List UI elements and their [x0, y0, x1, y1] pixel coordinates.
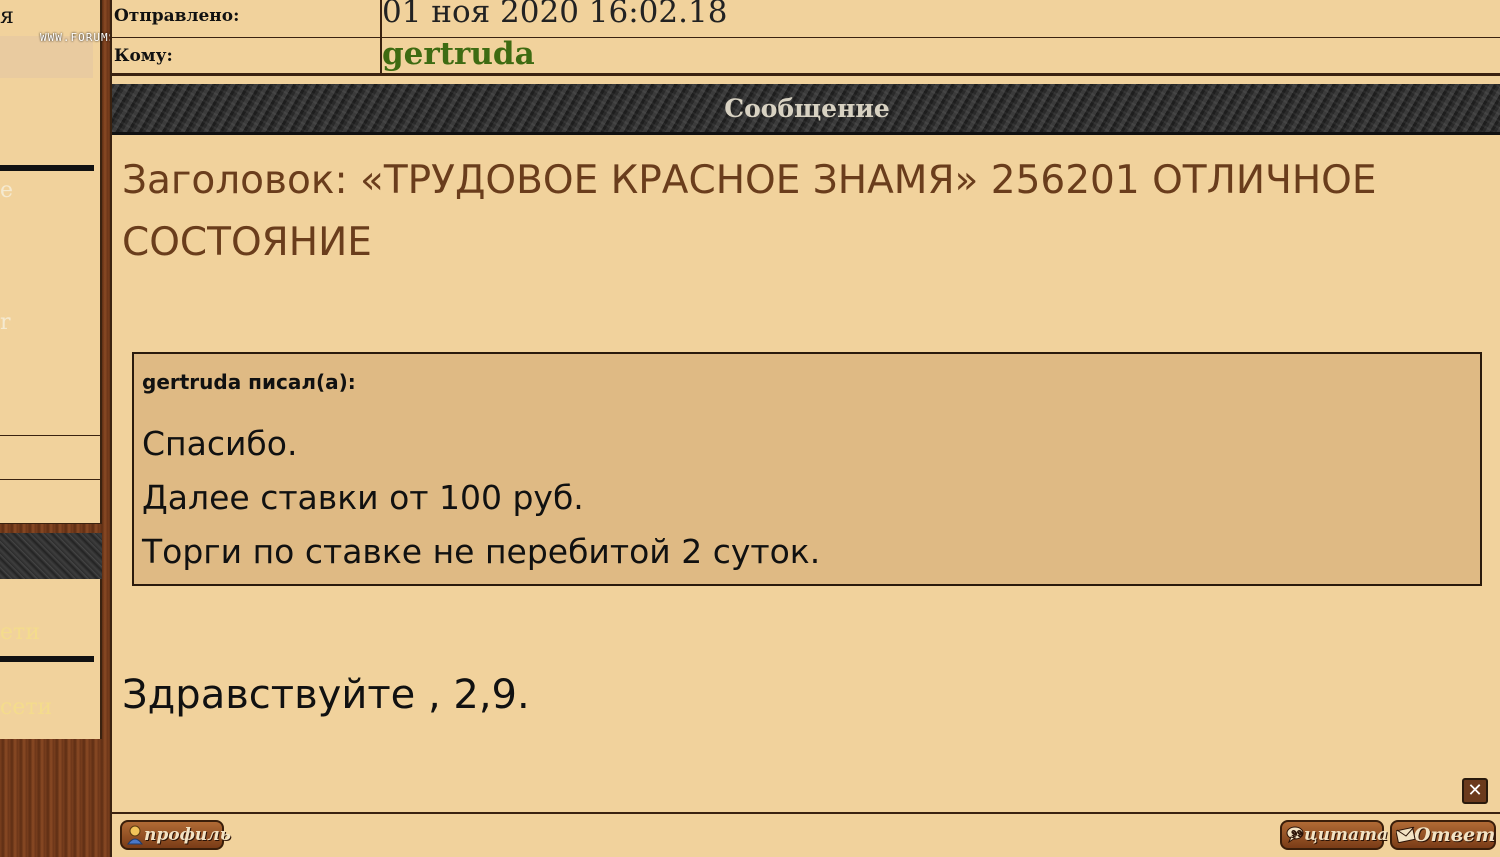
sidebar-fragment-text: r	[0, 310, 11, 335]
recipient-link[interactable]: gertruda	[382, 36, 535, 72]
reply-button[interactable]: Ответ	[1390, 820, 1496, 850]
sidebar-dark-header	[0, 533, 102, 579]
message-footer: профиль 99 цитата Ответ	[112, 814, 1500, 857]
quote-author: gertruda писал(а):	[142, 370, 356, 394]
recipient-label: Кому:	[114, 46, 173, 66]
sidebar-link[interactable]: ети	[0, 620, 40, 645]
profile-button[interactable]: профиль	[120, 820, 231, 850]
envelope-icon	[1395, 825, 1416, 845]
quote-line: Далее ставки от 100 руб.	[142, 478, 584, 517]
quote-line: Торги по ставке не перебитой 2 суток.	[142, 532, 821, 571]
sidebar-divider	[0, 165, 94, 171]
quote-block: gertruda писал(а): Спасибо. Далее ставки…	[132, 352, 1482, 586]
user-icon	[126, 825, 144, 845]
sent-row: Отправлено: 01 ноя 2020 16:02.18	[112, 0, 1500, 38]
message-panel: Отправлено: 01 ноя 2020 16:02.18 Кому: g…	[110, 0, 1500, 857]
sent-date: 01 ноя 2020 16:02.18	[382, 0, 728, 30]
recipient-row: Кому: gertruda	[112, 36, 1500, 76]
message-body: Здравствуйте , 2,9.	[122, 672, 530, 718]
quote-button[interactable]: 99 цитата	[1280, 820, 1388, 850]
svg-text:99: 99	[1291, 829, 1303, 838]
sidebar-row[interactable]	[0, 480, 102, 524]
quote-bubble-icon: 99	[1286, 825, 1304, 845]
section-header: Сообщение	[112, 84, 1500, 135]
sent-label: Отправлено:	[114, 6, 240, 26]
sidebar-fragment-text: e	[0, 178, 14, 203]
sidebar-divider	[0, 656, 94, 662]
close-icon[interactable]: ✕	[1462, 778, 1488, 804]
left-sidebar: я e r ети сети	[0, 0, 110, 857]
section-title: Сообщение	[724, 94, 890, 123]
reply-button-label: Ответ	[1414, 824, 1496, 846]
quote-button-label: цитата	[1304, 825, 1389, 845]
sidebar-fragment-text: я	[0, 4, 14, 29]
profile-button-label: профиль	[144, 825, 231, 845]
message-subject: Заголовок: «ТРУДОВОЕ КРАСНОЕ ЗНАМЯ» 2562…	[122, 158, 1377, 265]
sidebar-row[interactable]	[0, 435, 102, 480]
quote-line: Спасибо.	[142, 424, 298, 463]
sidebar-link[interactable]: сети	[0, 695, 52, 720]
